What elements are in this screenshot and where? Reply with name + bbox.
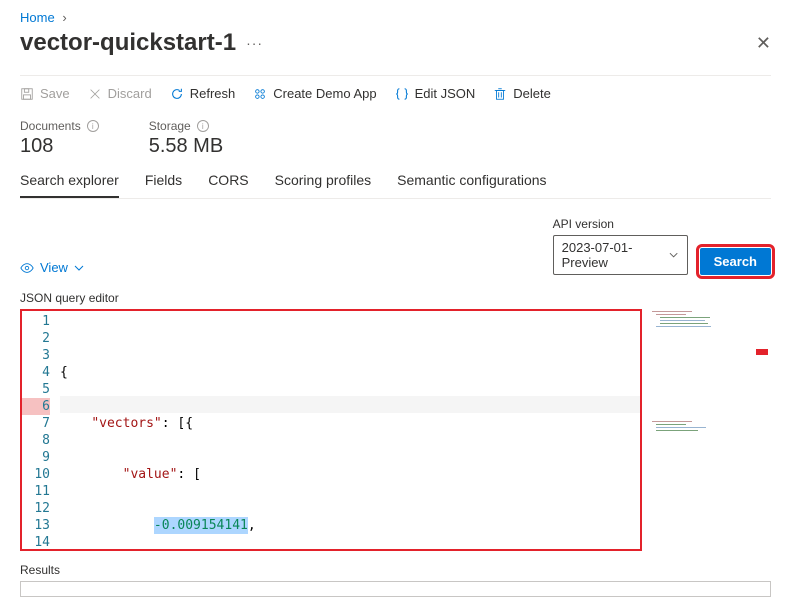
- save-button: Save: [20, 86, 70, 101]
- create-demo-label: Create Demo App: [273, 86, 376, 101]
- api-version-label: API version: [553, 217, 688, 231]
- tab-scoring[interactable]: Scoring profiles: [275, 172, 372, 198]
- close-icon[interactable]: ✕: [756, 33, 771, 54]
- save-label: Save: [40, 86, 70, 101]
- page-title: vector-quickstart-1: [20, 29, 236, 57]
- info-icon[interactable]: i: [87, 120, 99, 132]
- tab-search-explorer[interactable]: Search explorer: [20, 172, 119, 198]
- json-editor-label: JSON query editor: [20, 291, 771, 305]
- view-label: View: [40, 260, 68, 275]
- info-icon[interactable]: i: [197, 120, 209, 132]
- create-demo-icon: [253, 87, 267, 101]
- tab-fields[interactable]: Fields: [145, 172, 182, 198]
- discard-button: Discard: [88, 86, 152, 101]
- api-version-value: 2023-07-01-Preview: [562, 240, 670, 270]
- documents-label: Documents: [20, 119, 81, 133]
- breadcrumb-home[interactable]: Home: [20, 10, 55, 25]
- delete-label: Delete: [513, 86, 551, 101]
- results-label: Results: [20, 563, 771, 577]
- documents-stat: Documents i 108: [20, 119, 99, 158]
- json-query-editor[interactable]: 1 2 3 4 5 6 7 8 9 10 11 12 13 14 { "vect…: [20, 309, 642, 551]
- discard-label: Discard: [108, 86, 152, 101]
- tab-bar: Search explorer Fields CORS Scoring prof…: [20, 172, 771, 199]
- breadcrumb: Home ›: [20, 10, 771, 25]
- edit-json-label: Edit JSON: [415, 86, 476, 101]
- chevron-right-icon: ›: [62, 10, 66, 25]
- delete-icon: [493, 87, 507, 101]
- refresh-icon: [170, 87, 184, 101]
- view-dropdown[interactable]: View: [20, 260, 84, 275]
- storage-stat: Storage i 5.58 MB: [149, 119, 223, 158]
- save-icon: [20, 87, 34, 101]
- editor-minimap[interactable]: [648, 309, 768, 551]
- create-demo-button[interactable]: Create Demo App: [253, 86, 376, 101]
- chevron-down-icon: [74, 263, 84, 273]
- eye-icon: [20, 261, 34, 275]
- storage-value: 5.58 MB: [149, 135, 223, 158]
- tab-cors[interactable]: CORS: [208, 172, 248, 198]
- line-gutter: 1 2 3 4 5 6 7 8 9 10 11 12 13 14: [22, 311, 60, 549]
- scroll-marker: [756, 349, 768, 355]
- discard-icon: [88, 87, 102, 101]
- search-button[interactable]: Search: [700, 248, 771, 275]
- tab-semantic[interactable]: Semantic configurations: [397, 172, 546, 198]
- api-version-select[interactable]: 2023-07-01-Preview: [553, 235, 688, 275]
- storage-label: Storage: [149, 119, 191, 133]
- more-actions-icon[interactable]: ···: [246, 35, 263, 51]
- refresh-button[interactable]: Refresh: [170, 86, 236, 101]
- code-area[interactable]: { "vectors": [{ "value": [ -0.009154141,…: [60, 311, 640, 549]
- delete-button[interactable]: Delete: [493, 86, 551, 101]
- documents-value: 108: [20, 135, 99, 158]
- results-area[interactable]: [20, 581, 771, 597]
- chevron-down-icon: [669, 250, 678, 260]
- refresh-label: Refresh: [190, 86, 236, 101]
- braces-icon: [395, 87, 409, 101]
- edit-json-button[interactable]: Edit JSON: [395, 86, 476, 101]
- command-bar: Save Discard Refresh Create Demo App Edi…: [20, 75, 771, 111]
